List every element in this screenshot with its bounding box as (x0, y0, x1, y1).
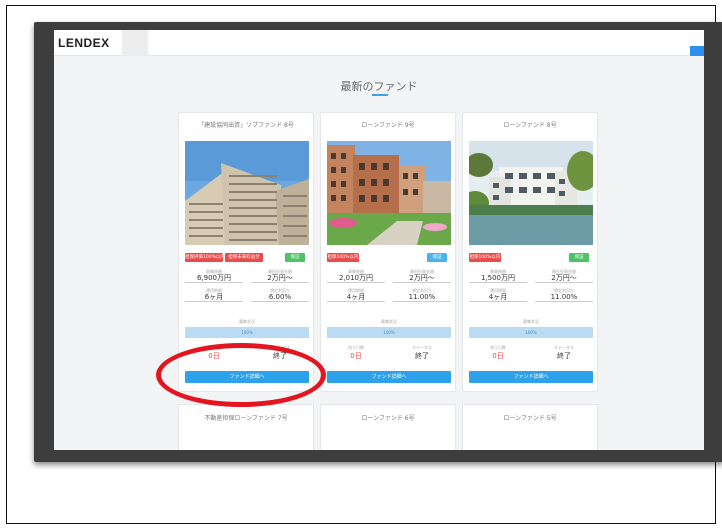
tag-badge: 保証 (569, 253, 589, 262)
tag-badge: 担保100%以内 (327, 253, 359, 262)
min-invest-value: 2万円〜 (393, 274, 451, 283)
yield-value: 6.00% (251, 293, 309, 302)
tag-badge: 保証 (285, 253, 305, 262)
amount-value: 6,900万円 (185, 274, 243, 283)
tag-badge: 担保未来収益付 (225, 253, 263, 262)
nav-button[interactable] (690, 46, 704, 56)
min-invest-value: 2万円〜 (251, 274, 309, 283)
fund-detail-button[interactable]: ファンド詳細へ (327, 371, 451, 383)
status-value: 終了 (415, 352, 429, 360)
tag-badge: 保証 (427, 253, 447, 262)
days-left-value: 0日 (350, 352, 362, 360)
progress-label: 募集状況 (381, 319, 397, 324)
fund-tags: 担保100%以内 保証 (327, 253, 451, 262)
status-value: 終了 (557, 352, 571, 360)
progress-value: 100% (383, 330, 395, 335)
title-underline (372, 94, 388, 96)
fund-card[interactable]: ローンファンド 8号 担保100%以内 保証 募集総額 1,500万円 最低投資… (462, 112, 598, 392)
section-title: 最新のファンド (340, 80, 418, 93)
fund-name: ローンファンド 5号 (503, 415, 557, 422)
progress-label: 募集状況 (523, 319, 539, 324)
fund-card[interactable]: ローンファンド 9号 担保100%以内 保証 募集総額 2,010万円 最低投資… (320, 112, 456, 392)
tag-badge: 担保評価100%以内 (185, 253, 223, 262)
fund-detail-button[interactable]: ファンド詳細へ (469, 371, 593, 383)
amount-value: 1,500万円 (469, 274, 527, 283)
nav-placeholder (122, 30, 148, 56)
fund-photo (185, 141, 309, 245)
fund-card[interactable]: 不動産担保ローンファンド 7号 (178, 404, 314, 450)
tag-badge: 担保100%以内 (469, 253, 501, 262)
fund-name: ローンファンド 6号 (361, 415, 415, 422)
top-navbar: LENDEX (54, 30, 704, 56)
fund-name: ローンファンド 8号 (503, 122, 557, 129)
annotation-red-circle (156, 343, 326, 407)
fund-name: 「建設協同出資」ソブファンド 8号 (198, 122, 294, 129)
fund-card[interactable]: ローンファンド 6号 (320, 404, 456, 450)
fund-photo (327, 141, 451, 245)
amount-value: 2,010万円 (327, 274, 385, 283)
progress-bar: 100% (185, 327, 309, 338)
progress-label: 募集状況 (239, 319, 255, 324)
status-row: 残り日数 0日 ステータス 終了 (469, 345, 593, 363)
status-row: 残り日数 0日 ステータス 終了 (327, 345, 451, 363)
progress-value: 100% (241, 330, 253, 335)
progress-bar: 100% (327, 327, 451, 338)
fund-card[interactable]: ローンファンド 5号 (462, 404, 598, 450)
period-value: 4ヶ月 (327, 293, 385, 302)
yield-value: 11.00% (393, 293, 451, 302)
min-invest-value: 2万円〜 (535, 274, 593, 283)
yield-value: 11.00% (535, 293, 593, 302)
fund-tags: 担保100%以内 保証 (469, 253, 593, 262)
days-left-value: 0日 (492, 352, 504, 360)
site-logo[interactable]: LENDEX (58, 36, 110, 50)
fund-photo (469, 141, 593, 245)
progress-bar: 100% (469, 327, 593, 338)
period-value: 4ヶ月 (469, 293, 527, 302)
fund-tags: 担保評価100%以内 担保未来収益付 保証 (185, 253, 309, 262)
progress-value: 100% (525, 330, 537, 335)
fund-name: ローンファンド 9号 (361, 122, 415, 129)
browser-screen: LENDEX 最新のファンド 「建設協同出資」ソブファンド 8号 担保評価100… (54, 30, 704, 450)
period-value: 6ヶ月 (185, 293, 243, 302)
fund-name: 不動産担保ローンファンド 7号 (204, 415, 288, 422)
